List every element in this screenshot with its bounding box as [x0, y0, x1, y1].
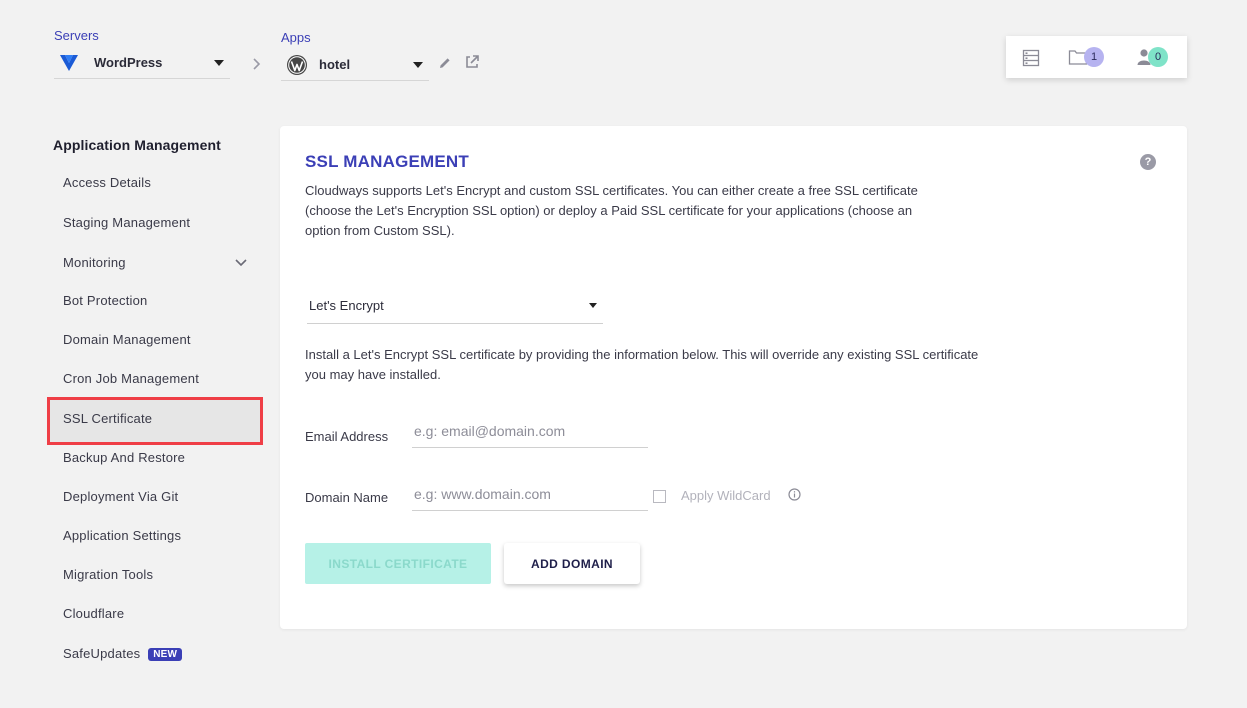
chevron-down-icon[interactable] [234, 258, 248, 268]
team-button[interactable]: 0 [1136, 47, 1168, 67]
sidebar-item-safeupdates[interactable]: SafeUpdates NEW [63, 646, 183, 661]
install-certificate-button[interactable]: INSTALL CERTIFICATE [305, 543, 491, 584]
sidebar-item-application-settings[interactable]: Application Settings [63, 528, 181, 543]
app-name: hotel [319, 57, 351, 72]
projects-count-badge: 1 [1084, 47, 1104, 67]
wildcard-checkbox[interactable] [653, 490, 666, 503]
sidebar-title: Application Management [53, 137, 221, 153]
servers-icon [1022, 49, 1040, 67]
servers-label: Servers [54, 28, 99, 43]
ssl-description: Cloudways supports Let's Encrypt and cus… [305, 183, 918, 238]
email-label: Email Address [305, 429, 389, 444]
external-link-icon[interactable] [464, 54, 480, 70]
servers-button[interactable] [1022, 49, 1040, 67]
new-badge: NEW [148, 648, 183, 661]
domain-field[interactable] [412, 477, 648, 511]
pencil-icon[interactable] [438, 56, 452, 70]
top-toolbar: 1 0 [1006, 36, 1187, 78]
sidebar-item-cron-job-management[interactable]: Cron Job Management [63, 371, 199, 386]
caret-down-icon [589, 303, 597, 308]
projects-button[interactable]: 1 [1068, 47, 1104, 67]
info-icon[interactable] [788, 488, 801, 501]
sidebar-item-bot-protection[interactable]: Bot Protection [63, 293, 147, 308]
sidebar-item-backup-and-restore[interactable]: Backup And Restore [63, 450, 185, 465]
email-field[interactable] [412, 414, 648, 448]
sidebar-item-ssl-certificate[interactable]: SSL Certificate [63, 411, 152, 426]
wildcard-label: Apply WildCard [681, 488, 771, 503]
sidebar-item-cloudflare[interactable]: Cloudflare [63, 606, 124, 621]
ssl-management-card: SSL MANAGEMENT ? Cloudways supports Let'… [280, 126, 1187, 629]
help-icon[interactable]: ? [1140, 154, 1156, 170]
server-name: WordPress [94, 55, 163, 70]
caret-down-icon [214, 59, 224, 66]
app-dropdown[interactable]: hotel [281, 49, 429, 81]
sidebar-item-migration-tools[interactable]: Migration Tools [63, 567, 153, 582]
install-description: Install a Let's Encrypt SSL certificate … [305, 347, 979, 382]
sidebar-item-staging-management[interactable]: Staging Management [63, 215, 190, 230]
server-dropdown[interactable]: WordPress [54, 47, 230, 79]
caret-down-icon [413, 61, 423, 68]
app-selector: Apps hotel [281, 30, 429, 81]
server-selector: Servers WordPress [54, 28, 230, 79]
ssl-type-select[interactable]: Let's Encrypt [307, 288, 603, 324]
wordpress-logo-icon [287, 54, 307, 75]
sidebar-item-domain-management[interactable]: Domain Management [63, 332, 191, 347]
ssl-type-value: Let's Encrypt [309, 298, 384, 313]
team-count-badge: 0 [1148, 47, 1168, 67]
sidebar-item-deployment-via-git[interactable]: Deployment Via Git [63, 489, 178, 504]
digitalocean-logo-icon [60, 54, 78, 71]
page-title: SSL MANAGEMENT [305, 152, 469, 171]
sidebar-item-label: SafeUpdates [63, 646, 141, 661]
chevron-right-icon [253, 58, 261, 70]
sidebar-item-access-details[interactable]: Access Details [63, 175, 151, 190]
domain-label: Domain Name [305, 490, 389, 505]
apps-label: Apps [281, 30, 311, 45]
add-domain-button[interactable]: ADD DOMAIN [504, 543, 640, 584]
sidebar-item-monitoring[interactable]: Monitoring [63, 255, 126, 270]
